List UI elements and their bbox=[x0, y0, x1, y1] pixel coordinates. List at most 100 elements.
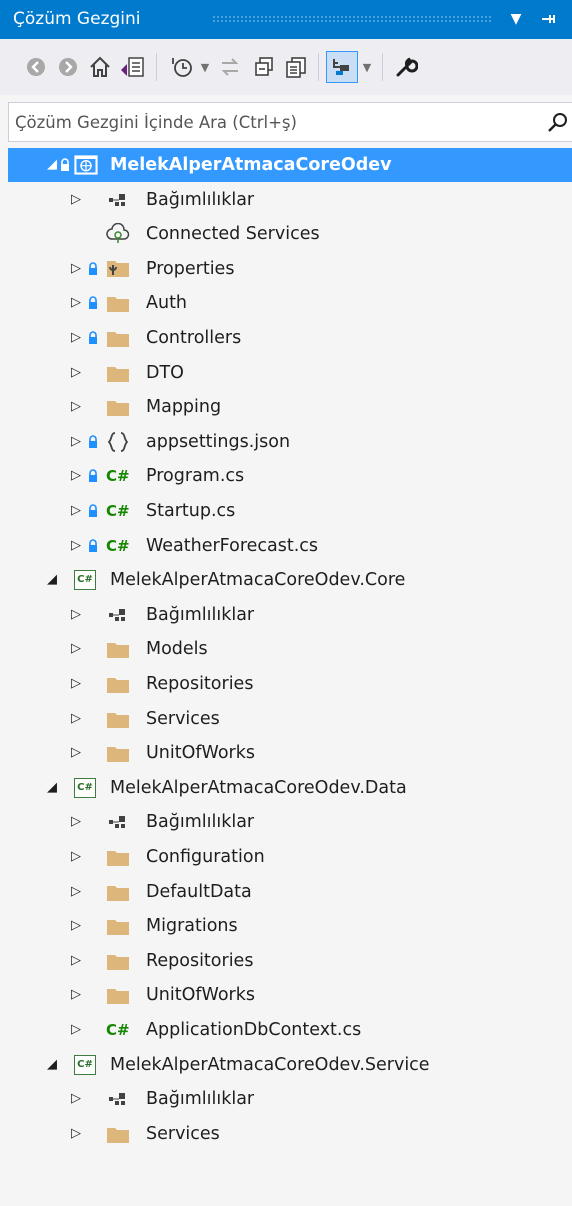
tree-item-label: Bağımlılıklar bbox=[146, 1089, 255, 1109]
dependencies-icon bbox=[106, 189, 130, 211]
collapsed-arrow-icon[interactable]: ▷ bbox=[68, 1082, 84, 1116]
tree-item-row[interactable]: ▷ Bağımlılıklar bbox=[8, 598, 572, 632]
collapsed-arrow-icon[interactable]: ▷ bbox=[68, 944, 84, 978]
panel-title-bar[interactable]: Çözüm Gezgini ▼ bbox=[0, 0, 572, 39]
tree-item-row[interactable]: ▷ DTO bbox=[8, 356, 572, 390]
tree-item-label: ApplicationDbContext.cs bbox=[146, 1020, 362, 1040]
tree-item-label: Services bbox=[146, 709, 220, 729]
home-icon bbox=[90, 56, 110, 77]
folder-icon bbox=[106, 950, 130, 972]
chevron-down-icon[interactable]: ▼ bbox=[198, 51, 212, 83]
tree-item-row[interactable]: ▷ C# ApplicationDbContext.cs bbox=[8, 1013, 572, 1047]
tree-item-row[interactable]: ▷ Bağımlılıklar bbox=[8, 805, 572, 839]
tree-item-label: Controllers bbox=[146, 328, 242, 348]
tree-item-label: Auth bbox=[146, 293, 188, 313]
tree-item-label: Bağımlılıklar bbox=[146, 605, 255, 625]
collapsed-arrow-icon[interactable]: ▷ bbox=[68, 840, 84, 874]
tree-item-row[interactable]: ▷ Auth bbox=[8, 286, 572, 320]
expanded-arrow-icon[interactable]: ◢ bbox=[44, 148, 60, 182]
collapsed-arrow-icon[interactable]: ▷ bbox=[68, 875, 84, 909]
tree-item-row[interactable]: ▷ UnitOfWorks bbox=[8, 736, 572, 770]
drag-grip[interactable] bbox=[212, 15, 492, 23]
collapsed-arrow-icon[interactable]: ▷ bbox=[68, 321, 84, 355]
tree-item-label: Repositories bbox=[146, 951, 254, 971]
forward-button[interactable] bbox=[52, 51, 84, 83]
tree-item-label: UnitOfWorks bbox=[146, 743, 255, 763]
collapsed-arrow-icon[interactable]: ▷ bbox=[68, 632, 84, 666]
properties-wrench-folder-icon bbox=[106, 258, 130, 280]
tree-item-row[interactable]: ▷ Migrations bbox=[8, 909, 572, 943]
search-box[interactable] bbox=[8, 102, 572, 142]
collapsed-arrow-icon[interactable]: ▷ bbox=[68, 598, 84, 632]
tree-item-label: Mapping bbox=[146, 397, 222, 417]
tree-item-label: Properties bbox=[146, 259, 235, 279]
pin-icon[interactable] bbox=[538, 8, 558, 30]
tree-item-row[interactable]: ▷ Bağımlılıklar bbox=[8, 1082, 572, 1116]
tree-item-row[interactable]: ▷ C# Program.cs bbox=[8, 459, 572, 493]
collapsed-arrow-icon[interactable]: ▷ bbox=[68, 978, 84, 1012]
home-button[interactable] bbox=[84, 51, 116, 83]
tree-item-row[interactable]: ▷ Services bbox=[8, 702, 572, 736]
folder-icon bbox=[106, 1123, 130, 1145]
switch-views-button[interactable] bbox=[116, 51, 148, 83]
tree-item-row[interactable]: ▷ Services bbox=[8, 1117, 572, 1151]
show-all-files-icon bbox=[286, 57, 306, 78]
tree-item-row[interactable]: ▷ C# WeatherForecast.cs bbox=[8, 529, 572, 563]
collapsed-arrow-icon[interactable]: ▷ bbox=[68, 425, 84, 459]
collapsed-arrow-icon[interactable]: ▷ bbox=[68, 494, 84, 528]
sync-with-active-document-button[interactable] bbox=[214, 51, 246, 83]
tree-item-row[interactable]: ▷ Bağımlılıklar bbox=[8, 183, 572, 217]
collapsed-arrow-icon[interactable]: ▷ bbox=[68, 356, 84, 390]
collapsed-arrow-icon[interactable]: ▷ bbox=[68, 286, 84, 320]
tree-item-row[interactable]: ▷ UnitOfWorks bbox=[8, 978, 572, 1012]
collapsed-arrow-icon[interactable]: ▷ bbox=[68, 909, 84, 943]
tree-item-row[interactable]: ▷ Mapping bbox=[8, 390, 572, 424]
web-project-icon bbox=[74, 154, 98, 176]
forward-icon bbox=[59, 58, 77, 76]
back-button[interactable] bbox=[20, 51, 52, 83]
tree-item-row[interactable]: ▷ DefaultData bbox=[8, 875, 572, 909]
tree-project-row[interactable]: ◢ C# MelekAlperAtmacaCoreOdev.Service bbox=[8, 1048, 572, 1082]
pending-changes-filter-button[interactable] bbox=[166, 51, 198, 83]
collapsed-arrow-icon[interactable]: ▷ bbox=[68, 183, 84, 217]
expanded-arrow-icon[interactable]: ◢ bbox=[44, 771, 60, 805]
tree-left-gutter bbox=[0, 148, 8, 1206]
collapsed-arrow-icon[interactable]: ▷ bbox=[68, 805, 84, 839]
properties-button[interactable] bbox=[390, 51, 422, 83]
tree-item-row[interactable]: ▷ Repositories bbox=[8, 667, 572, 701]
show-all-files-button[interactable] bbox=[280, 51, 312, 83]
csharp-project-icon: C# bbox=[74, 1054, 98, 1076]
tree-item-row[interactable]: ▷ Properties bbox=[8, 252, 572, 286]
expanded-arrow-icon[interactable]: ◢ bbox=[44, 1048, 60, 1082]
tree-item-label: MelekAlperAtmacaCoreOdev.Service bbox=[110, 1055, 430, 1075]
tree-item-row[interactable]: Connected Services bbox=[8, 217, 572, 251]
tree-item-row[interactable]: ▷ Models bbox=[8, 632, 572, 666]
collapsed-arrow-icon[interactable]: ▷ bbox=[68, 529, 84, 563]
tree-item-row[interactable]: ▷ appsettings.json bbox=[8, 425, 572, 459]
collapsed-arrow-icon[interactable]: ▷ bbox=[68, 736, 84, 770]
search-input[interactable] bbox=[15, 109, 535, 135]
collapsed-arrow-icon[interactable]: ▷ bbox=[68, 390, 84, 424]
back-icon bbox=[27, 58, 45, 76]
folder-icon bbox=[106, 915, 130, 937]
tree-item-row[interactable]: ▷ C# Startup.cs bbox=[8, 494, 572, 528]
lock-icon bbox=[88, 468, 98, 482]
collapse-all-button[interactable] bbox=[248, 51, 280, 83]
search-icon[interactable] bbox=[546, 110, 570, 134]
collapsed-arrow-icon[interactable]: ▷ bbox=[68, 1117, 84, 1151]
chevron-down-icon[interactable]: ▼ bbox=[506, 8, 526, 30]
tree-project-row[interactable]: ◢ MelekAlperAtmacaCoreOdev bbox=[8, 148, 572, 182]
tree-project-row[interactable]: ◢ C# MelekAlperAtmacaCoreOdev.Core bbox=[8, 563, 572, 597]
collapsed-arrow-icon[interactable]: ▷ bbox=[68, 252, 84, 286]
tree-item-row[interactable]: ▷ Configuration bbox=[8, 840, 572, 874]
tree-item-row[interactable]: ▷ Controllers bbox=[8, 321, 572, 355]
expanded-arrow-icon[interactable]: ◢ bbox=[44, 563, 60, 597]
collapsed-arrow-icon[interactable]: ▷ bbox=[68, 1013, 84, 1047]
tree-item-row[interactable]: ▷ Repositories bbox=[8, 944, 572, 978]
collapsed-arrow-icon[interactable]: ▷ bbox=[68, 459, 84, 493]
preview-selected-items-button[interactable] bbox=[326, 51, 358, 83]
collapsed-arrow-icon[interactable]: ▷ bbox=[68, 702, 84, 736]
chevron-down-icon[interactable]: ▼ bbox=[360, 51, 374, 83]
tree-project-row[interactable]: ◢ C# MelekAlperAtmacaCoreOdev.Data bbox=[8, 771, 572, 805]
collapsed-arrow-icon[interactable]: ▷ bbox=[68, 667, 84, 701]
